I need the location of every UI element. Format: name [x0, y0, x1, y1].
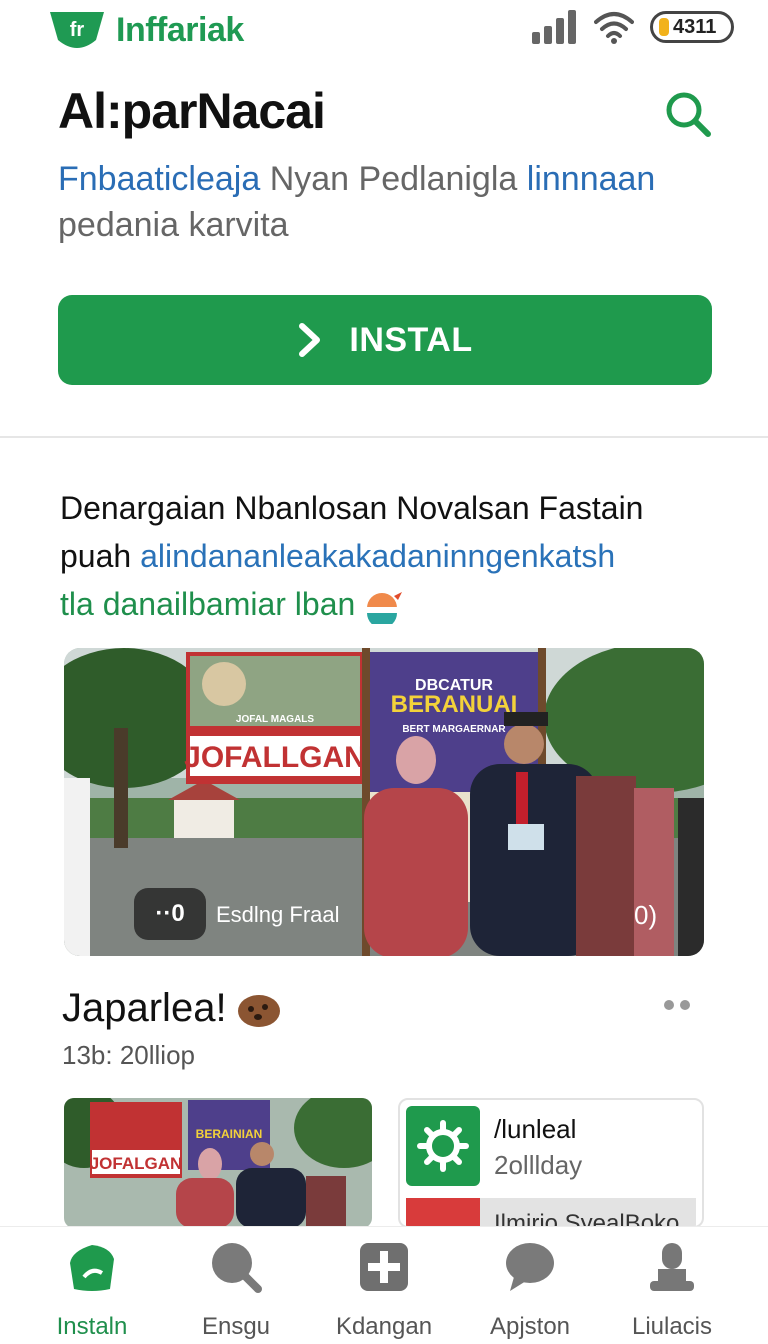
thumb-banner-left: JOFALGAN	[90, 1154, 183, 1173]
hero-counter-chip[interactable]: ··0	[134, 888, 206, 940]
section-line-3: tla danailbamiar lban	[60, 586, 356, 622]
battery-level: 4311	[673, 15, 717, 38]
nav-label-install: Instaln	[56, 1313, 128, 1340]
battery-icon: 4311	[650, 11, 734, 43]
section-link[interactable]: alindananleakakadaninngenkatsh	[140, 538, 615, 574]
search-icon[interactable]	[660, 86, 716, 142]
post-title: Japarlea!	[62, 986, 227, 1030]
brand-logo-text: fr	[70, 19, 85, 41]
post-meta: 13b: 20lliop	[62, 1040, 195, 1070]
post-header: Japarlea!	[62, 986, 281, 1031]
gear-icon	[406, 1106, 480, 1186]
nav-label-search: Ensgu	[201, 1313, 271, 1340]
plus-icon	[360, 1243, 408, 1291]
related-app-card[interactable]: /lunleal 2olllday Ilmirio SyealBoko	[398, 1098, 704, 1228]
status-bar: fr Inffariak 4311	[0, 0, 768, 56]
face-emoji-icon	[237, 994, 280, 1027]
subtitle-mid: Nyan Pedlanigla	[260, 160, 527, 198]
hero-image[interactable]: JOFAL MAGALS JOFALLGAN DBCATUR BERANUAI …	[64, 648, 704, 956]
banner-left-text: JOFALLGAN	[184, 741, 366, 774]
subtitle-line-2: pedania karvita	[58, 206, 289, 244]
nav-item-chat[interactable]: Apjston	[460, 1237, 600, 1341]
banner-left-small: JOFAL MAGALS	[236, 714, 314, 725]
app-subtitle: Fnbaaticleaja Nyan Pedlanigla linnnaan p…	[58, 156, 718, 248]
chevron-right-icon	[299, 323, 321, 357]
section-description: Denargaian Nbanlosan Novalsan Fastain pu…	[60, 484, 720, 628]
thumb-banner-right: BERAINIAN	[196, 1127, 263, 1141]
page-title: Al:parNacai	[58, 83, 326, 139]
app-name: Inffariak	[116, 10, 244, 49]
nav-label-add: Kdangan	[335, 1313, 433, 1340]
nav-item-profile[interactable]: Liulacis	[602, 1237, 742, 1341]
nav-item-search[interactable]: Ensgu	[166, 1237, 306, 1341]
app-card-row-2[interactable]: Ilmirio SyealBoko	[406, 1198, 696, 1226]
search-icon	[212, 1243, 262, 1293]
section-line-2-prefix: puah	[60, 538, 141, 574]
banner-right-main: BERANUAI	[391, 691, 518, 718]
profile-icon	[650, 1243, 694, 1291]
app-row-2-icon	[406, 1198, 480, 1226]
more-options-icon[interactable]	[664, 1000, 690, 1010]
sunset-emoji-icon	[367, 591, 403, 624]
bottom-navigation: Instaln Ensgu Kdangan Apjston Liulacis	[0, 1226, 768, 1344]
nav-item-add[interactable]: Kdangan	[314, 1237, 454, 1341]
hero-next-button[interactable]: 0)	[634, 900, 657, 931]
brand-logo-icon: fr	[50, 12, 104, 48]
home-icon	[70, 1245, 114, 1291]
section-line-1: Denargaian Nbanlosan Novalsan Fastain	[60, 490, 644, 526]
brand: fr Inffariak	[46, 6, 244, 54]
nav-item-install[interactable]: Instaln	[22, 1237, 162, 1341]
banner-right-small: BERT MARGAERNAR	[402, 724, 506, 735]
thumbnail-photo: JOFALGAN BERAINIAN	[64, 1098, 372, 1228]
divider	[0, 436, 768, 438]
install-label: INSTAL	[349, 320, 473, 359]
subtitle-highlight: Fnbaaticleaja	[58, 160, 261, 198]
app-card-subtitle: 2olllday	[494, 1150, 583, 1180]
install-button[interactable]: INSTAL	[58, 295, 712, 385]
chat-icon	[506, 1243, 554, 1291]
thumbnail-image[interactable]: JOFALGAN BERAINIAN	[64, 1098, 372, 1228]
nav-label-profile: Liulacis	[631, 1313, 713, 1340]
wifi-icon	[594, 12, 634, 44]
app-card-name: /lunleal	[494, 1114, 577, 1144]
signal-icon	[532, 10, 576, 44]
subtitle-highlight-2: linnnaan	[526, 160, 656, 198]
hero-caption: Esdlng Fraal	[216, 902, 340, 927]
nav-label-chat: Apjston	[489, 1313, 571, 1340]
